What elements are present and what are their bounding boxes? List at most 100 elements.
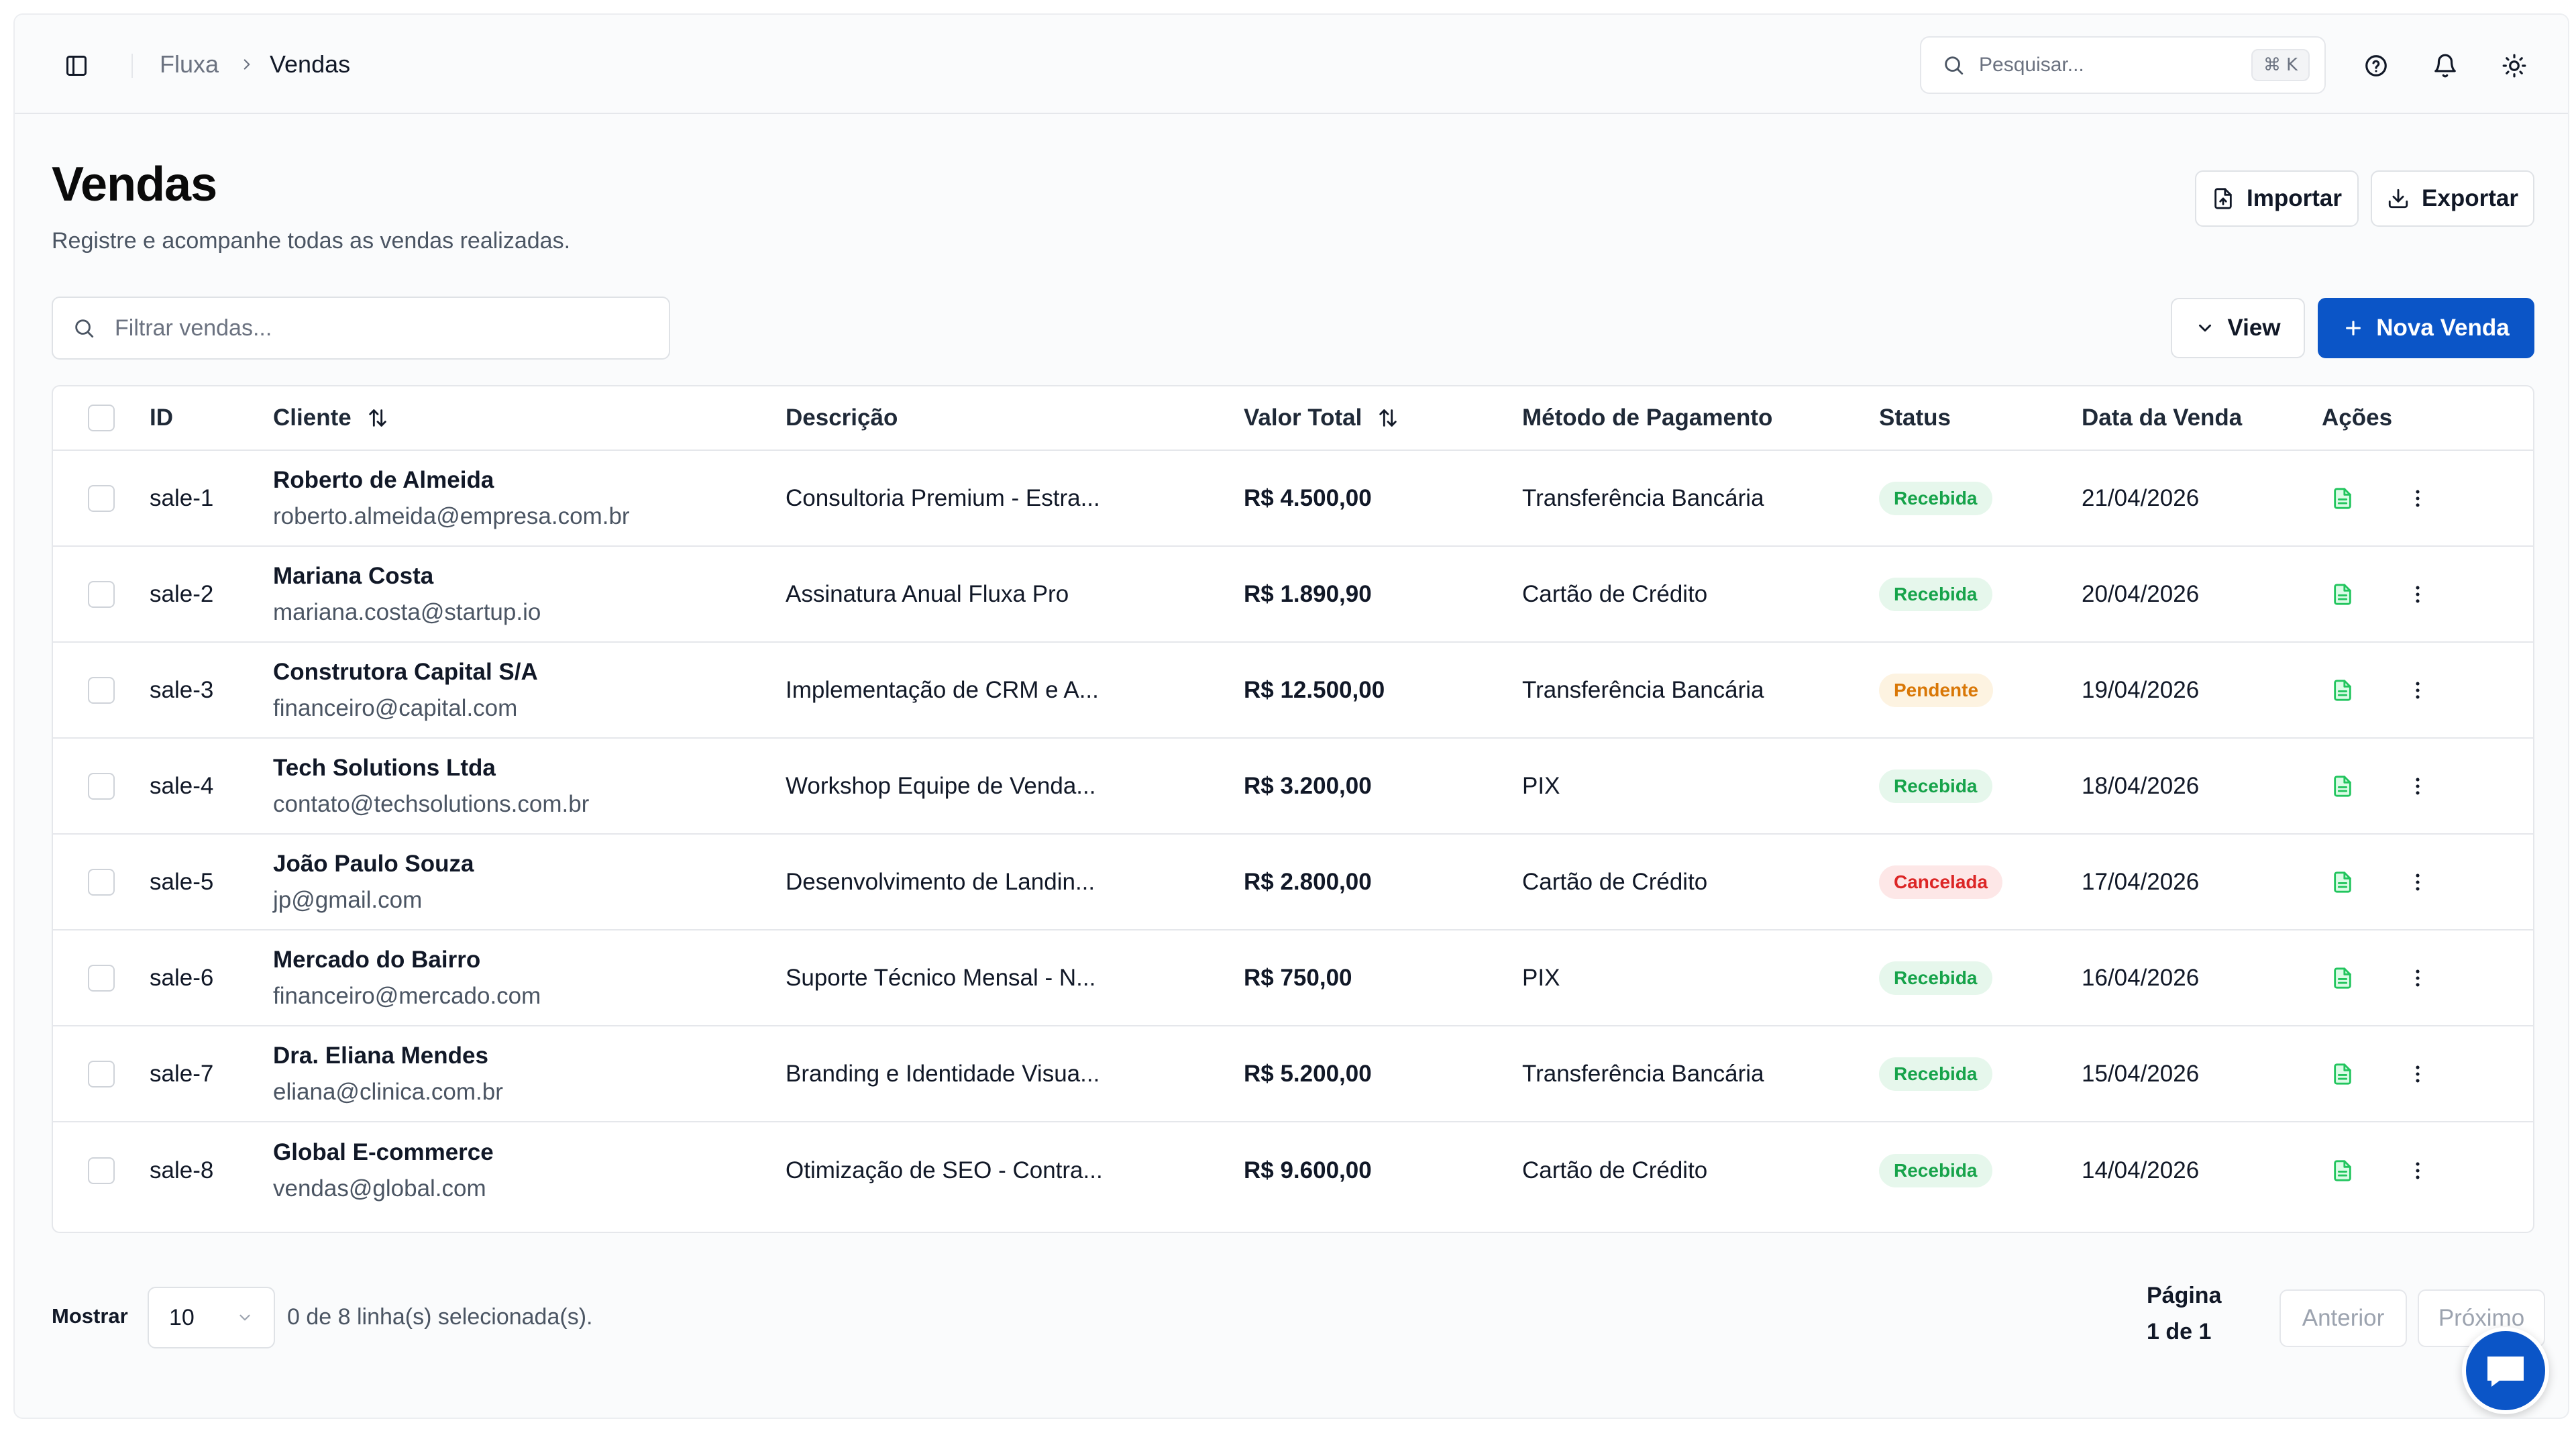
status-badge: Recebida — [1879, 1057, 1992, 1091]
sidebar-toggle-icon[interactable] — [60, 50, 93, 82]
client-email: financeiro@capital.com — [273, 694, 518, 721]
sort-icon[interactable] — [366, 407, 389, 429]
client-cell: João Paulo Souza jp@gmail.com — [273, 835, 474, 929]
global-search[interactable]: Pesquisar... ⌘ K — [1920, 36, 2326, 94]
column-header-client[interactable]: Cliente — [273, 386, 389, 449]
row-checkbox[interactable] — [88, 931, 115, 1025]
more-vertical-icon[interactable] — [2402, 579, 2433, 610]
row-checkbox[interactable] — [88, 1026, 115, 1121]
chat-button[interactable] — [2462, 1327, 2549, 1414]
payment-method: PIX — [1522, 772, 1560, 799]
rows-per-page-value: 10 — [169, 1304, 195, 1330]
client-email: roberto.almeida@empresa.com.br — [273, 502, 630, 529]
more-vertical-icon[interactable] — [2402, 1155, 2433, 1186]
sale-date: 14/04/2026 — [2082, 1157, 2200, 1183]
sale-id: sale-8 — [150, 1157, 214, 1183]
sale-description: Otimização de SEO - Contra... — [786, 1157, 1103, 1183]
document-icon[interactable] — [2327, 1155, 2358, 1186]
client-email: jp@gmail.com — [273, 886, 423, 913]
table-row[interactable]: sale-7 Dra. Eliana Mendes eliana@clinica.c… — [53, 1026, 2533, 1122]
table-row[interactable]: sale-5 João Paulo Souza jp@gmail.com Desenv… — [53, 835, 2533, 931]
breadcrumb-root[interactable]: Fluxa — [160, 15, 219, 114]
table-row[interactable]: sale-2 Mariana Costa mariana.costa@startup… — [53, 547, 2533, 643]
row-checkbox[interactable] — [88, 739, 115, 833]
sale-id: sale-4 — [150, 772, 214, 799]
rows-per-page-select[interactable]: 10 — [148, 1287, 275, 1348]
table-row[interactable]: sale-6 Mercado do Bairro financeiro@mercad… — [53, 931, 2533, 1026]
sale-total: R$ 3.200,00 — [1244, 772, 1372, 799]
sort-icon[interactable] — [1377, 407, 1399, 429]
shortcut-symbol: ⌘ — [2263, 55, 2281, 75]
previous-page-button[interactable]: Anterior — [2279, 1289, 2407, 1347]
row-checkbox[interactable] — [88, 451, 115, 545]
column-header-total[interactable]: Valor Total — [1244, 386, 1399, 449]
client-name: Construtora Capital S/A — [273, 658, 538, 685]
row-checkbox[interactable] — [88, 643, 115, 737]
payment-method: Cartão de Crédito — [1522, 868, 1708, 895]
table-row[interactable]: sale-4 Tech Solutions Ltda contato@techsol… — [53, 739, 2533, 835]
table-row[interactable]: sale-3 Construtora Capital S/A financeiro@… — [53, 643, 2533, 739]
client-name: João Paulo Souza — [273, 850, 474, 877]
column-header-date: Data da Venda — [2082, 405, 2243, 431]
search-shortcut: ⌘ K — [2251, 49, 2310, 81]
help-icon[interactable] — [2359, 48, 2394, 83]
row-checkbox[interactable] — [88, 835, 115, 929]
document-icon[interactable] — [2327, 963, 2358, 994]
bell-icon[interactable] — [2428, 48, 2463, 83]
client-cell: Mercado do Bairro financeiro@mercado.com — [273, 931, 541, 1025]
sale-date: 18/04/2026 — [2082, 772, 2200, 799]
row-checkbox[interactable] — [88, 547, 115, 641]
payment-method: Transferência Bancária — [1522, 484, 1764, 511]
status-cell: Cancelada — [1879, 835, 2003, 929]
more-vertical-icon[interactable] — [2402, 1059, 2433, 1090]
sale-total: R$ 4.500,00 — [1244, 484, 1372, 511]
row-checkbox[interactable] — [88, 1122, 115, 1218]
filter-placeholder: Filtrar vendas... — [115, 315, 272, 341]
table-row[interactable]: sale-8 Global E-commerce vendas@global.com… — [53, 1122, 2533, 1218]
column-header-id: ID — [150, 405, 173, 431]
import-button[interactable]: Importar — [2195, 170, 2359, 227]
client-cell: Dra. Eliana Mendes eliana@clinica.com.br — [273, 1026, 503, 1121]
sale-description: Desenvolvimento de Landin... — [786, 868, 1095, 895]
sale-description: Suporte Técnico Mensal - N... — [786, 964, 1096, 991]
more-vertical-icon[interactable] — [2402, 675, 2433, 706]
chat-icon — [2481, 1346, 2530, 1395]
client-email: eliana@clinica.com.br — [273, 1078, 503, 1105]
table-row[interactable]: sale-1 Roberto de Almeida roberto.almeida@… — [53, 451, 2533, 547]
document-icon[interactable] — [2327, 675, 2358, 706]
filter-input[interactable]: Filtrar vendas... — [52, 297, 670, 360]
more-vertical-icon[interactable] — [2402, 771, 2433, 802]
more-vertical-icon[interactable] — [2402, 963, 2433, 994]
column-header-description: Descrição — [786, 405, 898, 431]
document-icon[interactable] — [2327, 1059, 2358, 1090]
sale-id: sale-5 — [150, 868, 214, 895]
page-title: Vendas — [52, 158, 217, 211]
sale-date: 17/04/2026 — [2082, 868, 2200, 895]
select-all-checkbox[interactable] — [88, 386, 115, 449]
sun-icon[interactable] — [2497, 48, 2532, 83]
column-header-status: Status — [1879, 405, 1951, 431]
more-vertical-icon[interactable] — [2402, 483, 2433, 514]
export-button[interactable]: Exportar — [2371, 170, 2534, 227]
sale-date: 15/04/2026 — [2082, 1060, 2200, 1087]
document-icon[interactable] — [2327, 483, 2358, 514]
payment-method: Cartão de Crédito — [1522, 580, 1708, 607]
payment-method: PIX — [1522, 964, 1560, 991]
new-sale-button[interactable]: Nova Venda — [2318, 298, 2534, 358]
new-sale-label: Nova Venda — [2376, 315, 2510, 341]
document-icon[interactable] — [2327, 867, 2358, 898]
view-label: View — [2227, 315, 2281, 341]
sale-description: Implementação de CRM e A... — [786, 676, 1099, 703]
sale-id: sale-3 — [150, 676, 214, 703]
view-button[interactable]: View — [2171, 298, 2305, 358]
top-bar: Fluxa Vendas Pesquisar... ⌘ K — [15, 15, 2568, 114]
sale-id: sale-2 — [150, 580, 214, 607]
more-vertical-icon[interactable] — [2402, 867, 2433, 898]
document-icon[interactable] — [2327, 579, 2358, 610]
file-upload-icon — [2212, 187, 2235, 210]
document-icon[interactable] — [2327, 771, 2358, 802]
sale-total: R$ 2.800,00 — [1244, 868, 1372, 895]
client-name: Tech Solutions Ltda — [273, 754, 496, 781]
client-cell: Tech Solutions Ltda contato@techsolutions… — [273, 739, 589, 833]
client-email: contato@techsolutions.com.br — [273, 790, 590, 817]
